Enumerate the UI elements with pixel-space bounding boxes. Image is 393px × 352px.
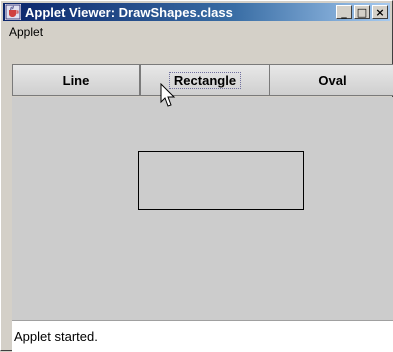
java-cup-icon <box>5 4 21 20</box>
menu-bar: Applet <box>3 22 390 41</box>
menu-applet[interactable]: Applet <box>3 25 49 39</box>
mouse-pointer-icon <box>160 83 176 107</box>
close-button[interactable]: × <box>372 5 388 19</box>
window-controls: _ □ × <box>336 5 388 19</box>
status-bar: Applet started. <box>12 320 393 352</box>
status-text: Applet started. <box>14 329 98 344</box>
line-button-label: Line <box>62 72 90 88</box>
maximize-button[interactable]: □ <box>354 5 370 19</box>
drawn-rectangle <box>138 151 304 210</box>
shape-button-row: Line Rectangle Oval <box>12 64 393 96</box>
minimize-button[interactable]: _ <box>336 5 352 19</box>
drawing-canvas[interactable] <box>12 97 393 320</box>
line-button[interactable]: Line <box>12 64 140 96</box>
applet-viewer-window: Applet Viewer: DrawShapes.class _ □ × Ap… <box>0 0 393 352</box>
title-bar[interactable]: Applet Viewer: DrawShapes.class _ □ × <box>3 3 390 21</box>
oval-button-label: Oval <box>318 72 347 88</box>
window-title: Applet Viewer: DrawShapes.class <box>25 4 233 20</box>
oval-button[interactable]: Oval <box>269 64 393 96</box>
rectangle-button-label: Rectangle <box>168 71 242 89</box>
